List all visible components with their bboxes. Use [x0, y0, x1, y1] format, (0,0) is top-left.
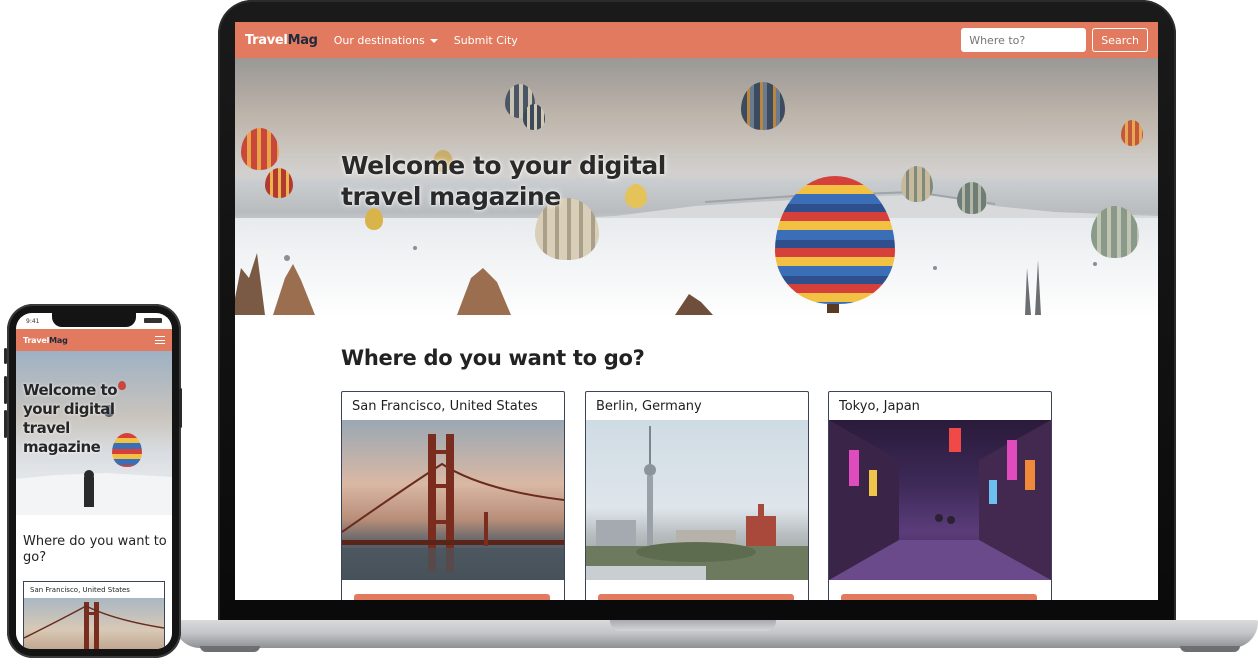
phone-hero-banner: Welcome to your digital travel magazine	[16, 351, 172, 515]
phone-card-image-golden-gate	[24, 598, 164, 649]
card-image-tokyo	[829, 420, 1051, 580]
card-image-golden-gate	[342, 420, 564, 580]
brand-logo[interactable]: TravelMag	[245, 33, 318, 48]
phone-brand-logo[interactable]: TravelMag	[23, 336, 68, 345]
card-explore-button[interactable]	[354, 594, 550, 600]
laptop-foot	[200, 646, 260, 652]
card-image-berlin	[586, 420, 808, 580]
hero-title: Welcome to your digital travel magazine	[341, 151, 666, 211]
hot-air-balloon	[241, 128, 279, 170]
hot-air-balloon	[523, 104, 545, 130]
card-explore-button[interactable]	[841, 594, 1037, 600]
laptop-hinge-notch	[610, 620, 776, 631]
destination-card[interactable]: San Francisco, United States	[341, 391, 565, 600]
phone-destination-card[interactable]: San Francisco, United States	[23, 581, 165, 649]
navbar: TravelMag Our destinations Submit City S…	[235, 22, 1158, 58]
search-input[interactable]	[961, 28, 1087, 52]
status-time: 9:41	[26, 318, 40, 325]
phone-side-button	[4, 348, 7, 364]
laptop-screen: TravelMag Our destinations Submit City S…	[235, 22, 1158, 600]
phone-side-button	[4, 376, 7, 404]
section-title: Where do you want to go?	[341, 346, 645, 370]
hamburger-menu-icon[interactable]	[155, 336, 165, 344]
card-title: Berlin, Germany	[596, 398, 702, 414]
phone-brand-part-1: Travel	[23, 335, 50, 345]
phone-screen: 9:41 TravelMag Welcome to your digital t…	[16, 313, 172, 649]
phone-brand-part-2: Mag	[49, 335, 68, 345]
phone-section-title: Where do you want to go?	[23, 534, 167, 565]
submit-city-link[interactable]: Submit City	[454, 34, 518, 47]
search-button[interactable]: Search	[1092, 28, 1148, 52]
hot-air-balloon	[957, 182, 987, 214]
hot-air-balloon	[1121, 120, 1143, 146]
destination-card[interactable]: Tokyo, Japan	[828, 391, 1052, 600]
card-explore-button[interactable]	[598, 594, 794, 600]
phone-card-title: San Francisco, United States	[30, 586, 130, 594]
phone-navbar: TravelMag	[16, 329, 172, 351]
brand-logo-part-1: Travel	[245, 32, 288, 48]
hero-banner: Welcome to your digital travel magazine	[235, 58, 1158, 315]
phone-side-button	[4, 410, 7, 438]
battery-icon	[144, 318, 162, 323]
berlin-tv-tower-illustration	[586, 426, 808, 580]
card-title: San Francisco, United States	[352, 398, 538, 414]
balloon-basket	[827, 304, 839, 313]
phone-side-button	[179, 388, 182, 428]
laptop-foot	[1180, 646, 1240, 652]
brand-logo-part-2: Mag	[287, 32, 318, 48]
destinations-dropdown[interactable]: Our destinations	[334, 34, 438, 47]
hot-air-balloon	[265, 168, 293, 198]
hot-air-balloon	[741, 82, 785, 130]
golden-gate-bridge-illustration	[24, 602, 164, 649]
hot-air-balloon	[901, 166, 933, 202]
card-title: Tokyo, Japan	[839, 398, 920, 414]
phone-notch	[52, 313, 136, 327]
destinations-dropdown-label: Our destinations	[333, 33, 425, 47]
caret-down-icon	[429, 38, 438, 43]
tokyo-street-illustration	[829, 420, 1051, 580]
destination-card[interactable]: Berlin, Germany	[585, 391, 809, 600]
hot-air-balloon	[1091, 206, 1139, 258]
golden-gate-bridge-illustration	[342, 434, 564, 580]
phone-hero-ground	[16, 470, 172, 515]
phone-hero-title: Welcome to your digital travel magazine	[23, 381, 118, 456]
